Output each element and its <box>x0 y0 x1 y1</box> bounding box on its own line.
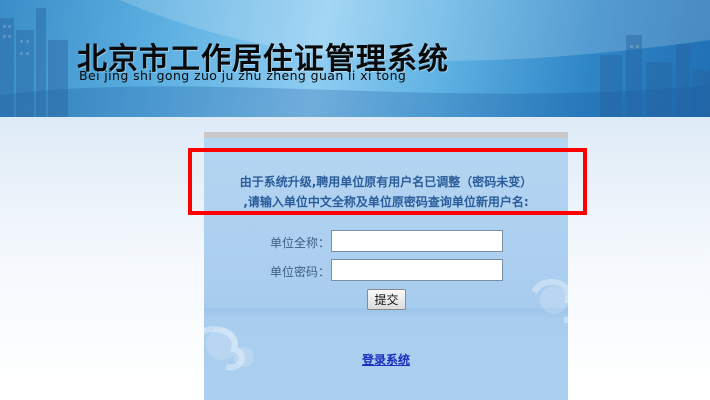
notice-line-2: ,请输入单位中文全称及单位原密码查询单位新用户名: <box>243 195 529 209</box>
unit-password-label: 单位密码： <box>269 265 330 279</box>
upgrade-notice: 由于系统升级,聘用单位原有用户名已调整（密码未变） ,请输入单位中文全称及单位原… <box>204 172 568 212</box>
system-title-pinyin: Bei jing shi gong zuo ju zhu zheng guan … <box>79 68 407 83</box>
notice-line-1: 由于系统升级,聘用单位原有用户名已调整（密码未变） <box>239 175 533 189</box>
unit-password-input[interactable] <box>331 259 503 281</box>
login-link-container: 登录系统 <box>204 351 568 368</box>
unit-password-row: 单位密码： <box>204 259 568 283</box>
login-system-link[interactable]: 登录系统 <box>362 353 410 367</box>
query-panel: 由于系统升级,聘用单位原有用户名已调整（密码未变） ,请输入单位中文全称及单位原… <box>204 132 568 400</box>
submit-button[interactable]: 提交 <box>367 289 406 310</box>
unit-name-row: 单位全称： <box>204 230 568 254</box>
header-banner: 北京市工作居住证管理系统 Bei jing shi gong zuo ju zh… <box>0 0 710 117</box>
unit-name-label: 单位全称： <box>269 236 330 250</box>
unit-name-input[interactable] <box>331 230 503 252</box>
